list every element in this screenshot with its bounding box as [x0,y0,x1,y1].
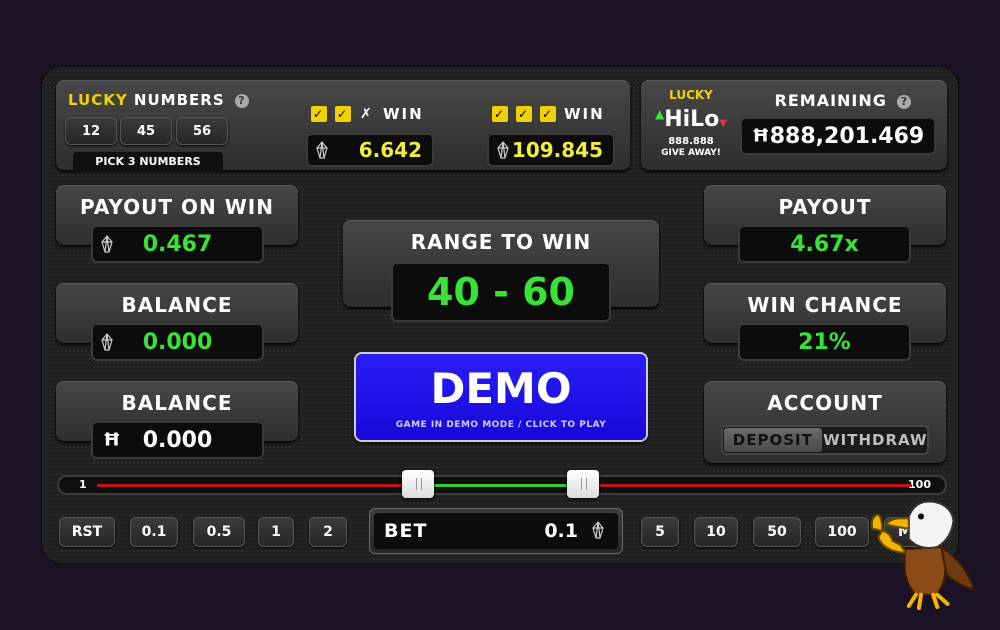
payout-value: 4.67x [790,231,859,257]
win-three-display: 109.845 [487,133,615,167]
bet-preset-2-button[interactable]: 2 [309,517,347,547]
hilo-currency-icon: Ħ [103,429,121,451]
win-chance-display: 21% [738,323,911,361]
two-match-indicator: ✓ ✓ ✗ WIN [311,105,424,123]
withdraw-tab[interactable]: WITHDRAW [822,425,929,455]
hilo-currency-icon: Ħ [752,125,770,147]
remaining-value: 888,201.469 [769,123,925,149]
bet-preset-0-5-button[interactable]: 0.5 [193,517,245,547]
grip-icon [580,478,587,490]
payout-on-win-value: 0.467 [142,231,213,257]
bet-inner: BET 0.1 [374,513,618,549]
range-label: RANGE TO WIN [410,230,592,254]
hilo-giveaway: GIVE AWAY! [661,148,721,158]
range-slider[interactable]: 1 100 [57,470,947,498]
payout-display: 4.67x [738,225,911,263]
lucky-numbers-panel: LUCKY NUMBERS ? 12 45 56 PICK 3 NUMBERS … [56,80,630,172]
bet-preset-50-button[interactable]: 50 [753,517,801,547]
lucky-number-3[interactable]: 56 [176,117,228,145]
account-panel: ACCOUNT DEPOSIT WITHDRAW [704,381,946,463]
bet-preset-0-1-button[interactable]: 0.1 [130,517,178,547]
eos-icon [316,141,328,159]
payout-on-win-label: PAYOUT ON WIN [80,195,274,219]
balance-eos-value: 0.000 [142,329,213,355]
numbers-word: NUMBERS [127,91,225,109]
remaining-label: REMAINING [774,91,887,110]
remaining-display: Ħ 888,201.469 [740,117,936,155]
check-icon: ✓ [311,106,327,122]
hilo-amount: 888.888 [668,136,714,147]
account-label: ACCOUNT [767,391,883,415]
check-icon: ✓ [335,106,351,122]
bet-value: 0.1 [544,520,578,542]
eos-icon [101,235,113,253]
eagle-mascot [870,500,976,610]
bet-preset-1-button[interactable]: 1 [258,517,294,547]
grip-icon [416,478,423,490]
win-two-value: 6.642 [358,138,422,162]
bet-preset-10-button[interactable]: 10 [694,517,738,547]
demo-button[interactable]: DEMO GAME IN DEMO MODE / CLICK TO PLAY [356,354,646,440]
eos-icon [101,333,113,351]
hilo-logo: LUCKY ▲HiLo▼ 888.888 GIVE AWAY! [651,88,731,168]
win-chance-label: WIN CHANCE [747,293,903,317]
payout-label: PAYOUT [778,195,872,219]
help-icon[interactable]: ? [234,94,249,108]
slider-low-handle[interactable] [402,470,435,498]
range-display: 40 - 60 [391,262,611,322]
balance-hilo-label: BALANCE [121,391,233,415]
check-icon: ✓ [516,106,532,122]
down-arrow-icon: ▼ [719,118,728,129]
lucky-numbers-title: LUCKY NUMBERS ? [68,91,249,109]
check-icon: ✓ [540,106,556,122]
demo-label: DEMO [430,364,572,413]
bet-field[interactable]: BET 0.1 [369,508,623,554]
hilo-wordmark: ▲HiLo▼ [651,102,731,136]
remaining-title: REMAINING ? [743,91,943,110]
bet-preset-5-button[interactable]: 5 [641,517,679,547]
slider-min-label: 1 [79,478,87,491]
win-two-display: 6.642 [306,133,434,167]
x-icon: ✗ [360,106,374,122]
win-three-value: 109.845 [511,138,603,162]
hilo-hi: Hi [664,107,691,132]
lucky-number-1[interactable]: 12 [65,117,117,145]
win-label: WIN [383,105,424,123]
deposit-tab[interactable]: DEPOSIT [724,428,822,452]
check-icon: ✓ [492,106,508,122]
demo-sublabel: GAME IN DEMO MODE / CLICK TO PLAY [395,420,607,430]
hilo-lucky-text: LUCKY [669,88,713,102]
payout-on-win-display: 0.467 [91,225,264,263]
range-value: 40 - 60 [427,270,575,314]
account-toggle: DEPOSIT WITHDRAW [721,425,929,455]
slider-high-handle[interactable] [566,470,599,498]
balance-hilo-display: Ħ 0.000 [91,421,264,459]
eos-icon [592,521,604,539]
lucky-word: LUCKY [68,91,128,109]
win-chance-value: 21% [798,329,851,355]
win-label: WIN [564,105,605,123]
game-board: LUCKY NUMBERS ? 12 45 56 PICK 3 NUMBERS … [40,65,960,565]
bet-reset-button[interactable]: RST [59,517,115,547]
pick-numbers-label[interactable]: PICK 3 NUMBERS [73,152,223,172]
help-icon[interactable]: ? [897,95,912,109]
remaining-panel: LUCKY ▲HiLo▼ 888.888 GIVE AWAY! REMAININ… [641,80,947,170]
balance-hilo-value: 0.000 [142,427,213,453]
hilo-lo: Lo [690,107,720,132]
eos-icon [497,141,509,159]
slider-track-win [418,484,583,487]
up-arrow-icon: ▲ [654,107,665,121]
balance-eos-label: BALANCE [121,293,233,317]
bet-label: BET [384,520,428,542]
balance-eos-display: 0.000 [91,323,264,361]
lucky-number-2[interactable]: 45 [120,117,172,145]
three-match-indicator: ✓ ✓ ✓ WIN [492,105,605,123]
